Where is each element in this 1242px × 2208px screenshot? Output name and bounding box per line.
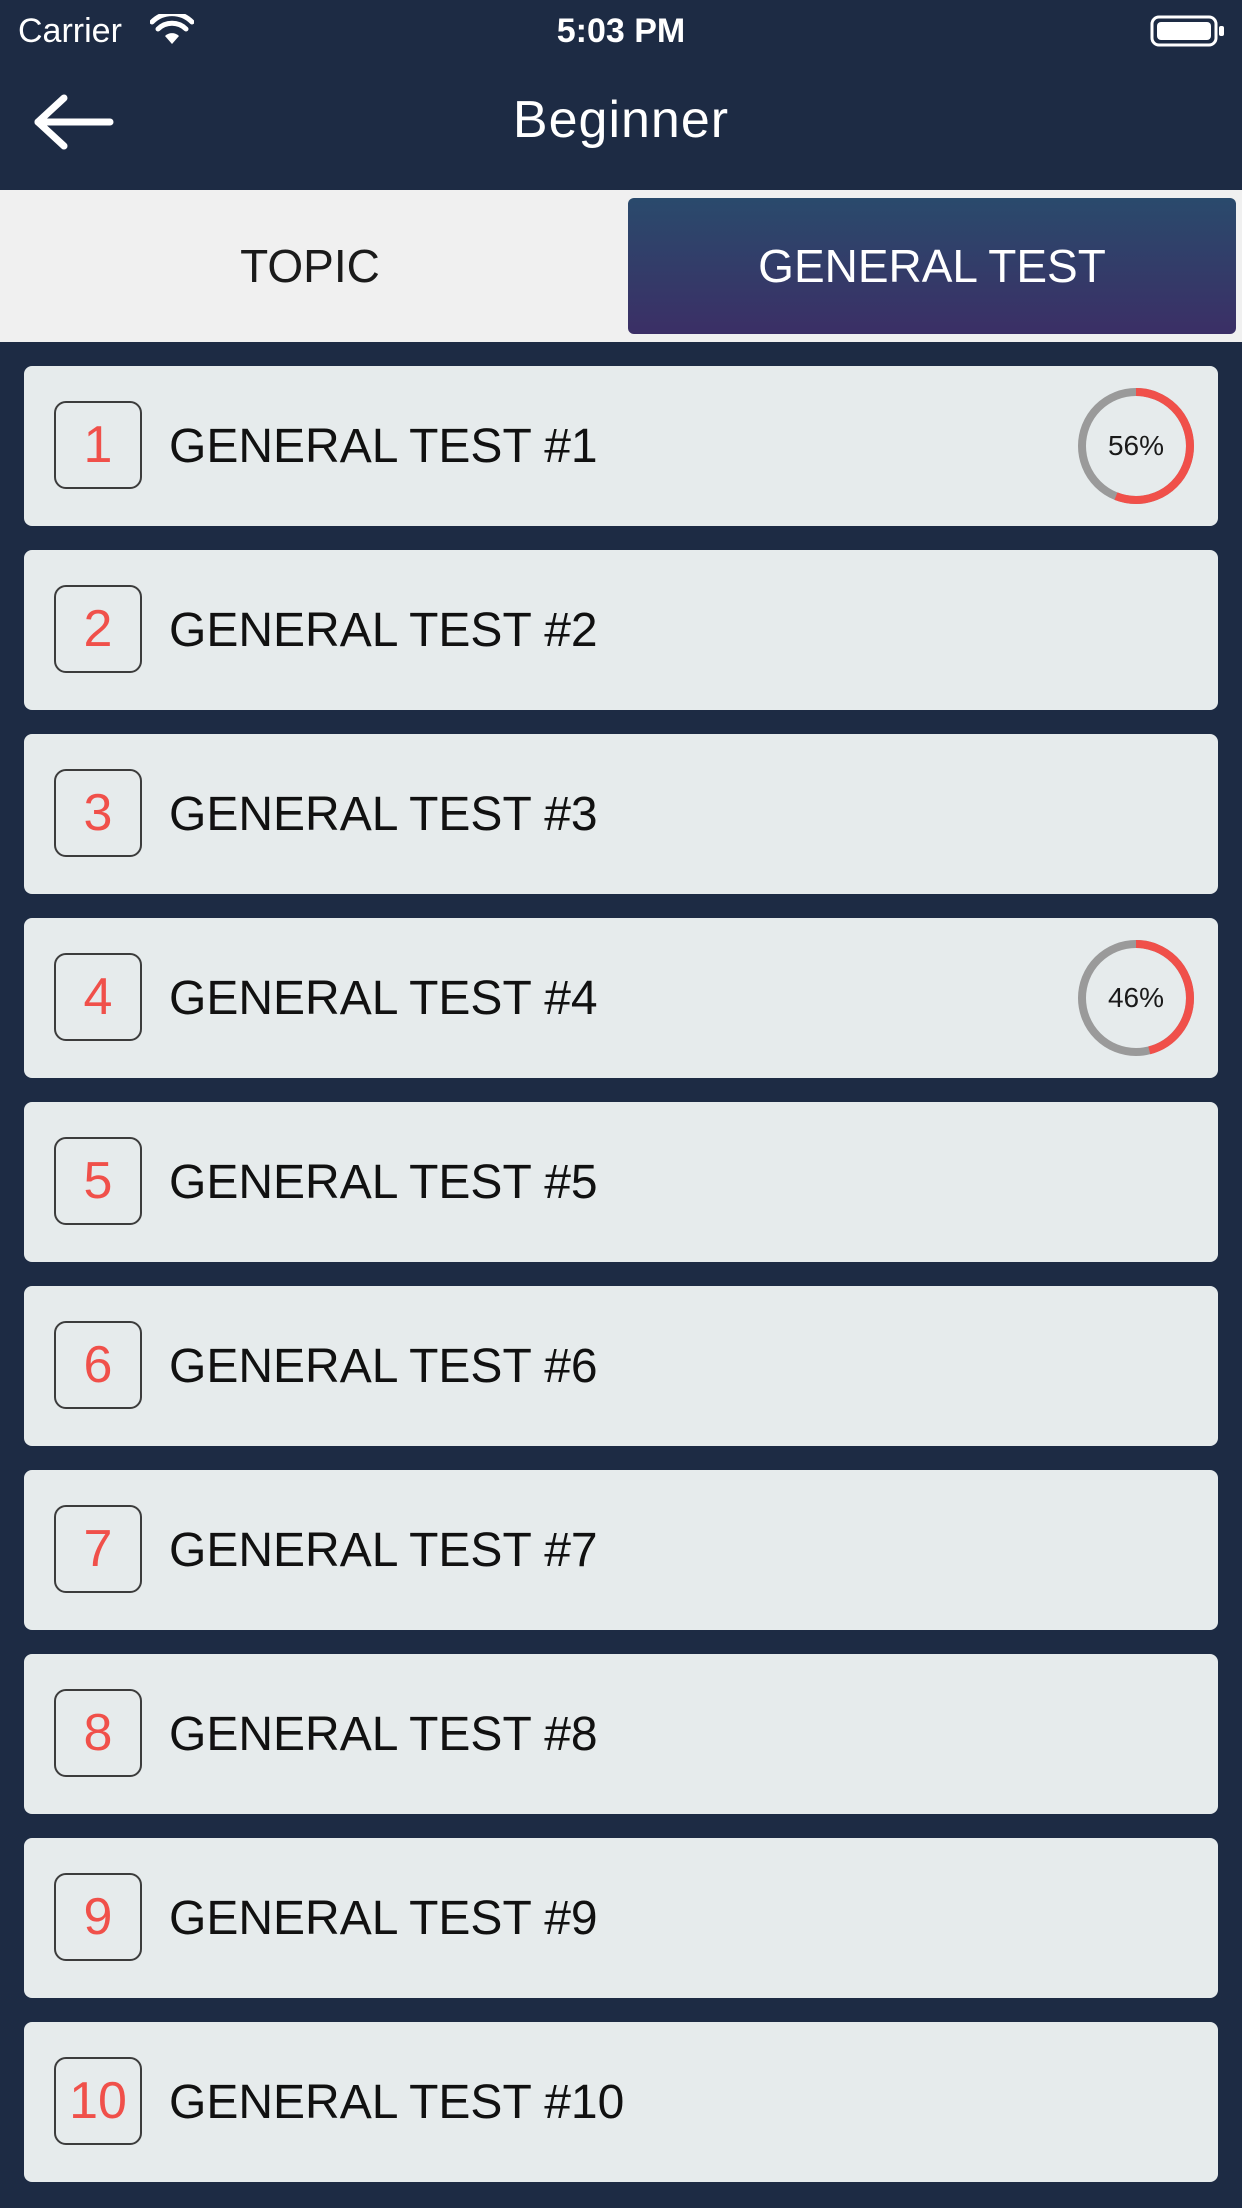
page-title: Beginner <box>512 91 730 149</box>
test-number-badge: 7 <box>54 1505 142 1593</box>
progress-ring: 56% <box>1078 388 1194 504</box>
test-number-badge: 10 <box>54 2057 142 2145</box>
list-item-general-test-5[interactable]: 5 GENERAL TEST #5 <box>24 1102 1218 1262</box>
test-title: GENERAL TEST #10 <box>169 2075 625 2129</box>
list-item-general-test-7[interactable]: 7 GENERAL TEST #7 <box>24 1470 1218 1630</box>
test-number-badge: 2 <box>54 585 142 673</box>
test-title: GENERAL TEST #1 <box>169 419 598 473</box>
list-item-general-test-10[interactable]: 10 GENERAL TEST #10 <box>24 2022 1218 2182</box>
test-number-badge: 3 <box>54 769 142 857</box>
test-title: GENERAL TEST #4 <box>169 971 598 1025</box>
progress-percent: 46% <box>1108 982 1164 1013</box>
test-number-badge: 1 <box>54 401 142 489</box>
test-title: GENERAL TEST #9 <box>169 1891 598 1945</box>
progress-percent: 56% <box>1108 430 1164 461</box>
segmented-control: TOPIC GENERAL TEST <box>0 190 1242 342</box>
test-number-badge: 4 <box>54 953 142 1041</box>
test-number-badge: 6 <box>54 1321 142 1409</box>
test-title: GENERAL TEST #8 <box>169 1707 598 1761</box>
status-time: 5:03 PM <box>556 12 686 50</box>
list-item-general-test-6[interactable]: 6 GENERAL TEST #6 <box>24 1286 1218 1446</box>
status-bar: Carrier 5:03 PM <box>0 0 1242 60</box>
test-title: GENERAL TEST #5 <box>169 1155 598 1209</box>
list-item-general-test-2[interactable]: 2 GENERAL TEST #2 <box>24 550 1218 710</box>
list-item-general-test-1[interactable]: 1 GENERAL TEST #1 56% <box>24 366 1218 526</box>
test-title: GENERAL TEST #2 <box>169 603 598 657</box>
test-number-badge: 9 <box>54 1873 142 1961</box>
list-item-general-test-3[interactable]: 3 GENERAL TEST #3 <box>24 734 1218 894</box>
test-number-badge: 5 <box>54 1137 142 1225</box>
list-item-general-test-4[interactable]: 4 GENERAL TEST #4 46% <box>24 918 1218 1078</box>
list-item-general-test-8[interactable]: 8 GENERAL TEST #8 <box>24 1654 1218 1814</box>
test-number-badge: 8 <box>54 1689 142 1777</box>
list-item-general-test-9[interactable]: 9 GENERAL TEST #9 <box>24 1838 1218 1998</box>
test-title: GENERAL TEST #3 <box>169 787 598 841</box>
progress-ring: 46% <box>1078 940 1194 1056</box>
battery-icon <box>1150 15 1224 47</box>
test-title: GENERAL TEST #7 <box>169 1523 598 1577</box>
navigation-bar: Beginner <box>0 60 1242 190</box>
tab-general-test[interactable]: GENERAL TEST <box>628 198 1236 334</box>
tab-topic[interactable]: TOPIC <box>0 198 620 334</box>
test-title: GENERAL TEST #6 <box>169 1339 598 1393</box>
